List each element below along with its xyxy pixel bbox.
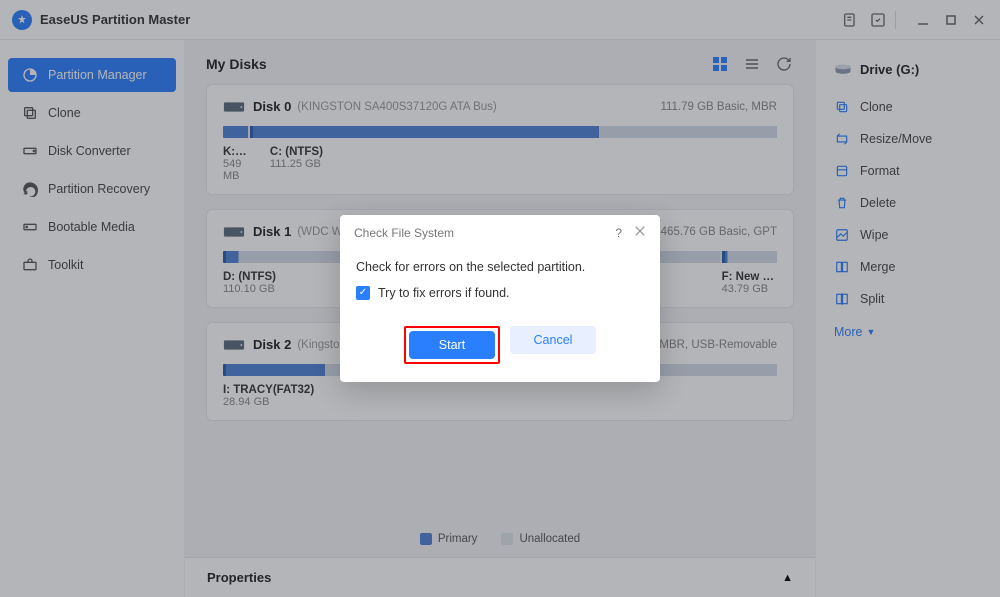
modal-overlay: Check File System ? Check for errors on … — [0, 0, 1000, 597]
cancel-button[interactable]: Cancel — [510, 326, 596, 354]
dialog-footer: Start Cancel — [340, 326, 660, 382]
checkbox-checked-icon: ✓ — [356, 286, 370, 300]
close-icon[interactable] — [634, 225, 646, 240]
check-fs-dialog: Check File System ? Check for errors on … — [340, 215, 660, 382]
help-icon[interactable]: ? — [615, 226, 622, 240]
start-button[interactable]: Start — [409, 331, 495, 359]
dialog-header: Check File System ? — [340, 215, 660, 250]
dialog-title: Check File System — [354, 226, 454, 240]
dialog-body: Check for errors on the selected partiti… — [340, 250, 660, 326]
dialog-message: Check for errors on the selected partiti… — [356, 260, 644, 274]
fix-errors-checkbox[interactable]: ✓ Try to fix errors if found. — [356, 286, 644, 300]
start-highlight: Start — [404, 326, 500, 364]
checkbox-label: Try to fix errors if found. — [378, 286, 510, 300]
